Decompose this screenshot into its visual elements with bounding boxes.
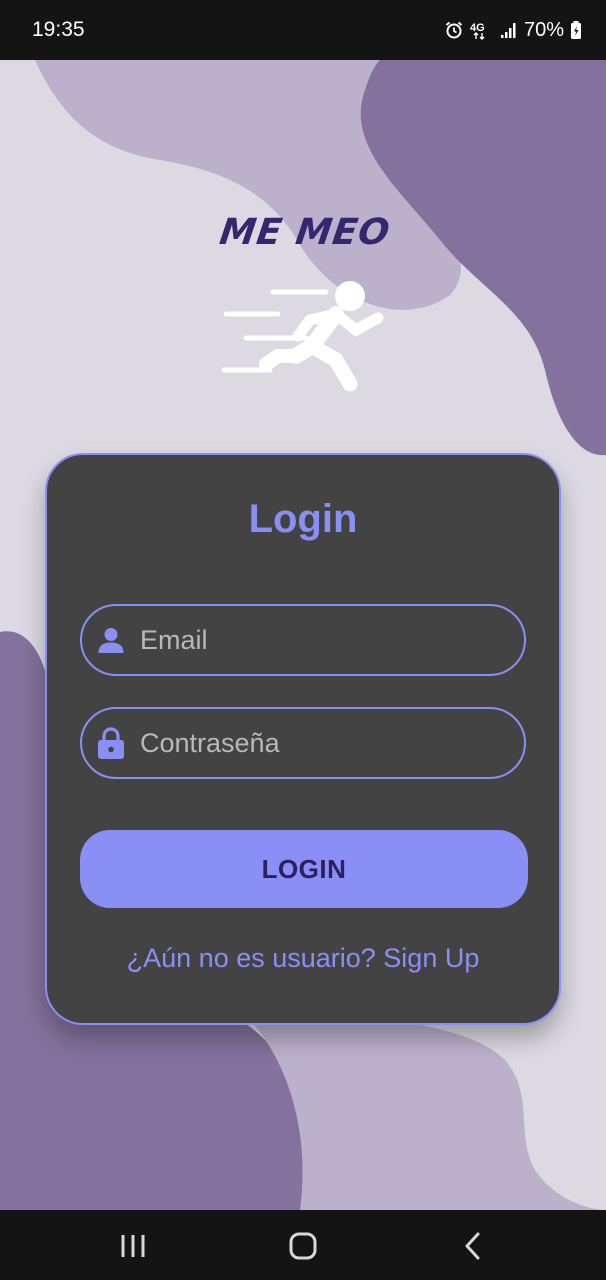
alarm-icon xyxy=(444,20,464,40)
password-input[interactable] xyxy=(140,727,500,759)
back-icon[interactable] xyxy=(453,1226,493,1266)
login-card: Login LOGIN ¿Aún no es usuario? Sign Up xyxy=(45,453,561,1025)
status-icons: 4G 70% xyxy=(444,19,582,42)
email-input[interactable] xyxy=(140,624,500,656)
home-icon[interactable] xyxy=(283,1226,323,1266)
status-time: 19:35 xyxy=(32,18,85,41)
battery-charging-icon xyxy=(570,20,582,40)
signup-link[interactable]: ¿Aún no es usuario? Sign Up xyxy=(47,943,559,974)
status-bar: 19:35 4G 70% xyxy=(0,0,606,60)
navigation-bar xyxy=(0,1210,606,1280)
recent-apps-icon[interactable] xyxy=(113,1226,153,1266)
network-type: 4G xyxy=(470,22,485,34)
battery-percentage: 70% xyxy=(523,18,564,41)
email-field[interactable] xyxy=(80,604,526,676)
lock-icon xyxy=(96,727,126,759)
signal-icon xyxy=(500,21,518,39)
running-person-icon xyxy=(221,281,384,392)
password-field[interactable] xyxy=(80,707,526,779)
login-button[interactable]: LOGIN xyxy=(80,830,528,908)
user-icon xyxy=(96,625,126,655)
network-4g-icon: 4G xyxy=(470,19,494,41)
login-title: Login xyxy=(248,497,358,541)
app-logo-text: ME MEO xyxy=(217,212,393,253)
